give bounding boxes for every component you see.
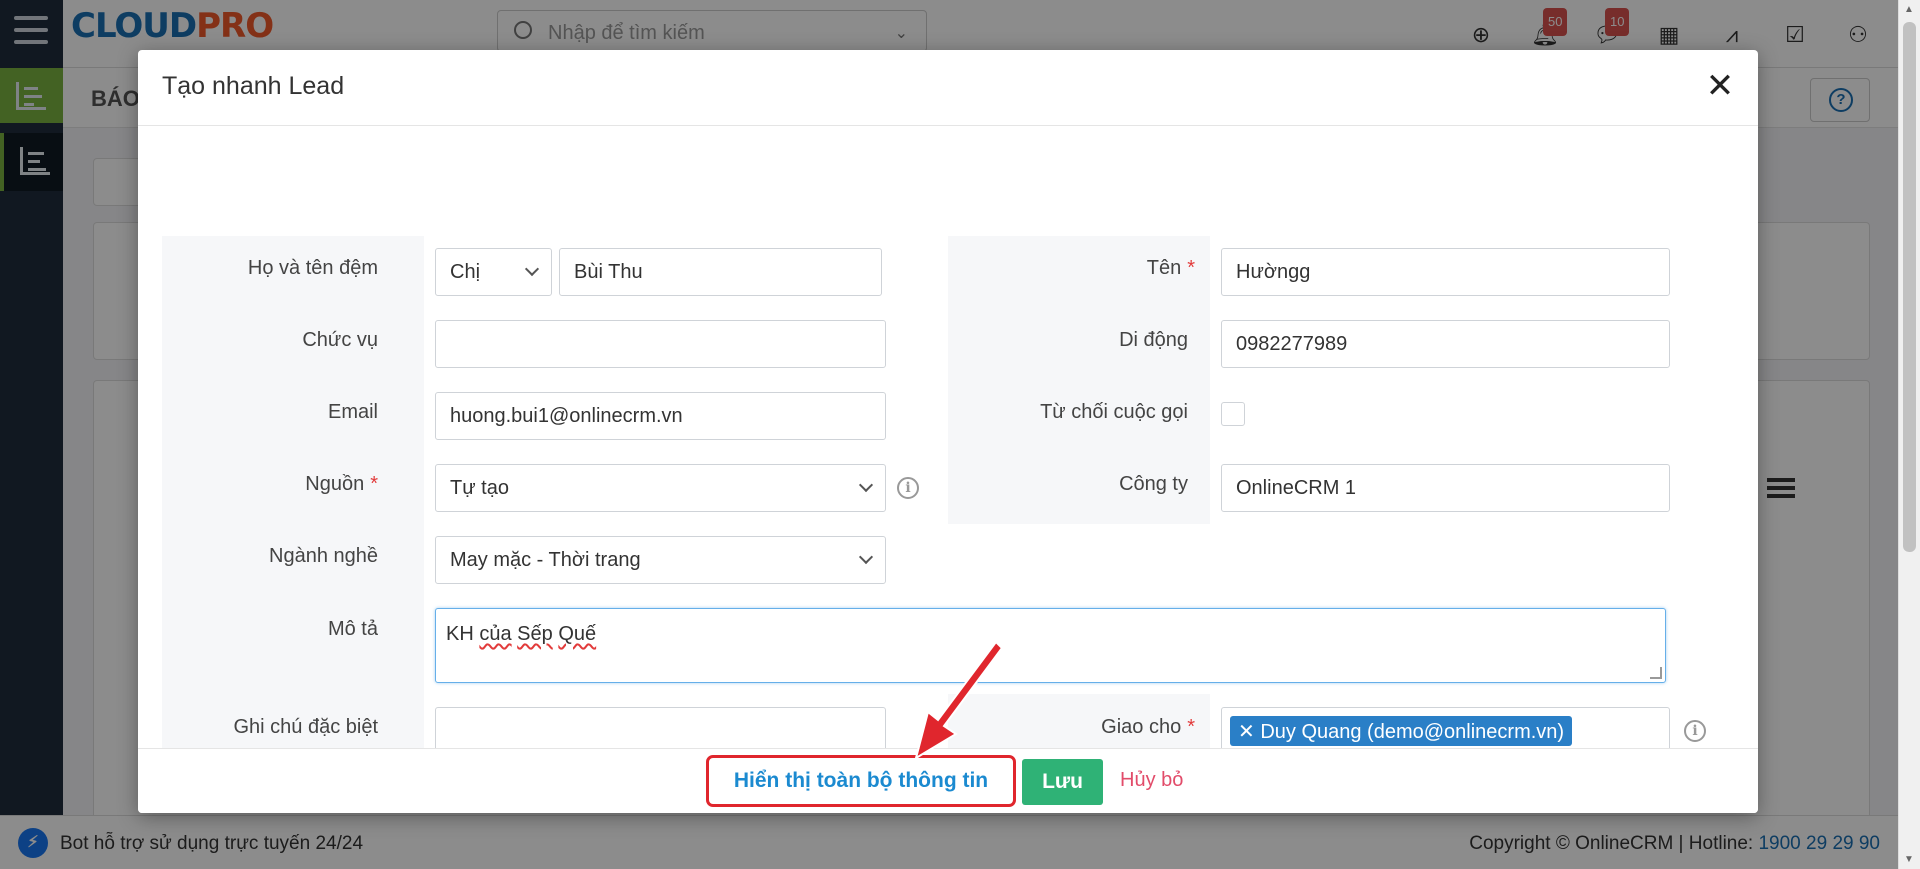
source-select[interactable]: Tự tạo [435, 464, 886, 512]
left-label-column [162, 236, 424, 748]
position-label: Chức vụ [302, 329, 378, 351]
email-label: Email [327, 401, 378, 423]
cancel-link[interactable]: Hủy bỏ [1120, 769, 1183, 792]
full-name-label: Họ và tên đệm [247, 257, 378, 279]
industry-label: Ngành nghề [269, 545, 378, 567]
middle-name-input[interactable]: Bùi Thu [559, 248, 882, 296]
company-input[interactable]: OnlineCRM 1 [1221, 464, 1670, 512]
chevron-down-icon [858, 549, 874, 565]
scrollbar-thumb[interactable] [1903, 22, 1916, 552]
company-label: Công ty [1119, 473, 1188, 495]
annotation-arrow-icon [914, 640, 1004, 761]
source-label: Nguồn * [305, 473, 378, 495]
description-textarea[interactable]: KH của Sếp Quế [435, 608, 1666, 683]
info-icon[interactable]: i [897, 477, 919, 499]
assigned-user-tag[interactable]: ✕ Duy Quang (demo@onlinecrm.vn) [1230, 716, 1573, 746]
salutation-select[interactable]: Chị [435, 248, 552, 296]
do-not-call-label: Từ chối cuộc gọi [1040, 401, 1188, 423]
scroll-down-icon[interactable]: ▼ [1904, 854, 1914, 865]
mobile-label: Di động [1119, 329, 1188, 351]
scroll-up-icon[interactable]: ▲ [1904, 4, 1914, 15]
info-icon[interactable]: i [1684, 720, 1706, 742]
industry-select[interactable]: May mặc - Thời trang [435, 536, 886, 584]
modal-title: Tạo nhanh Lead [162, 72, 345, 100]
close-icon[interactable]: ✕ [1700, 66, 1740, 106]
description-label: Mô tả [327, 618, 378, 640]
first-name-label: Tên * [1146, 257, 1195, 279]
save-button[interactable]: Lưu [1022, 759, 1103, 805]
special-note-label: Ghi chú đặc biệt [233, 716, 378, 738]
position-input[interactable] [435, 320, 886, 368]
assigned-to-label: Giao cho * [1101, 716, 1195, 738]
chevron-down-icon [524, 261, 540, 277]
email-input[interactable]: huong.bui1@onlinecrm.vn [435, 392, 886, 440]
chevron-down-icon [858, 477, 874, 493]
do-not-call-checkbox[interactable] [1221, 402, 1245, 426]
page-scrollbar[interactable]: ▲ ▼ [1898, 0, 1920, 869]
special-note-textarea[interactable] [435, 707, 886, 748]
modal-header: Tạo nhanh Lead ✕ [138, 50, 1758, 126]
resize-handle-icon[interactable] [1650, 667, 1662, 679]
mobile-input[interactable]: 0982277989 [1221, 320, 1670, 368]
first-name-input[interactable]: Hườngg [1221, 248, 1670, 296]
assigned-to-field[interactable]: ✕ Duy Quang (demo@onlinecrm.vn) [1221, 707, 1670, 748]
